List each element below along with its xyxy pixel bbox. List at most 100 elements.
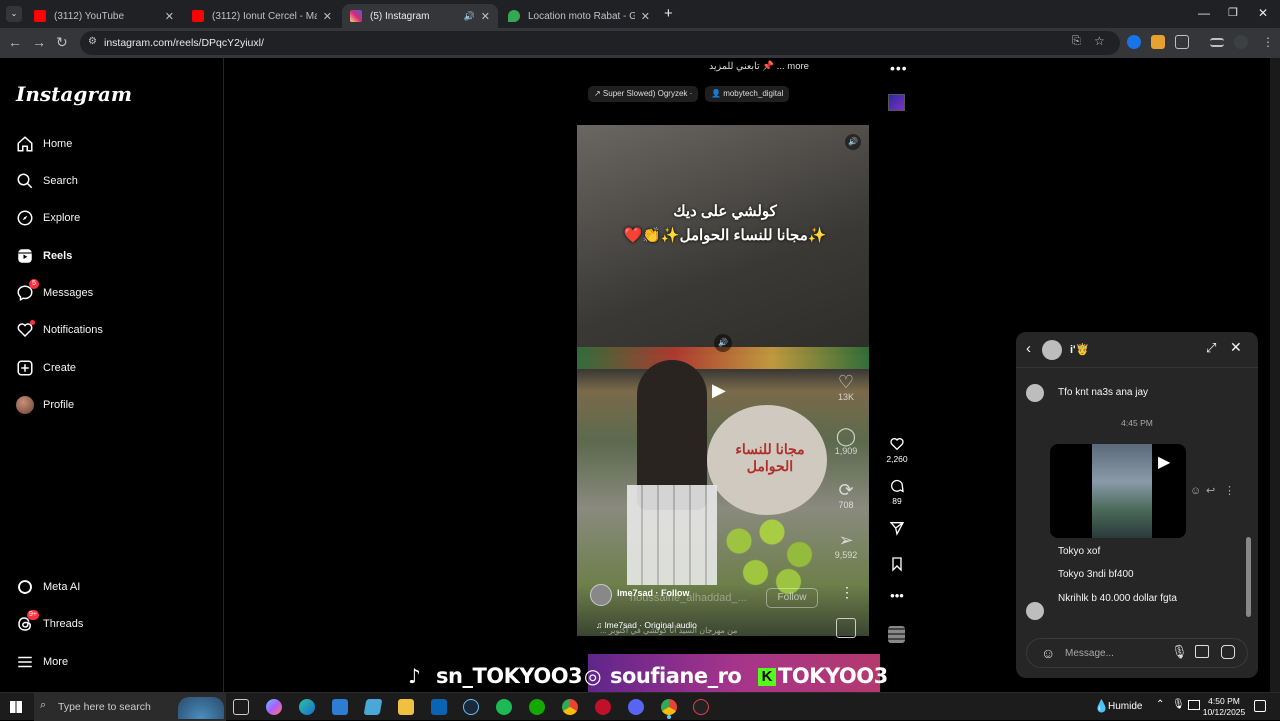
chat-username[interactable]: i'🤴 — [1070, 343, 1089, 356]
reel-caption[interactable]: تابعني للمزيد 📌 ... more — [709, 61, 809, 72]
extensions-puzzle-icon[interactable] — [1175, 35, 1189, 49]
reading-list-icon[interactable] — [1210, 38, 1224, 47]
chat-avatar[interactable] — [1042, 340, 1062, 360]
message-input[interactable]: Message... — [1065, 648, 1114, 659]
sidebar-item-notifications[interactable]: Notifications — [16, 316, 103, 344]
steam-icon[interactable] — [463, 699, 479, 715]
chat-scrollbar[interactable] — [1246, 372, 1251, 622]
inner-caption: من مهرجان السيد أنا كولشي في أكتوبر ... — [600, 626, 738, 635]
taskbar-search-input[interactable]: Type here to search — [58, 701, 151, 713]
save-button[interactable] — [884, 556, 910, 574]
tab-instagram[interactable]: (5) Instagram 🔊 ✕ — [342, 4, 498, 28]
sidebar-item-explore[interactable]: Explore — [16, 204, 80, 232]
like-button[interactable]: 2,260 — [884, 436, 910, 464]
chrome-icon-active[interactable] — [661, 699, 677, 715]
share-button[interactable] — [884, 520, 910, 538]
microphone-icon[interactable]: 🎙 — [1172, 699, 1185, 710]
new-tab-button[interactable]: + — [664, 5, 673, 22]
sidebar-item-home[interactable]: Home — [16, 130, 72, 158]
chrome-menu-icon[interactable]: ⋮ — [1262, 35, 1274, 49]
message-more-icon[interactable]: ⋮ — [1224, 484, 1235, 497]
sidebar-item-search[interactable]: Search — [16, 167, 78, 195]
profile-avatar[interactable] — [1234, 35, 1248, 49]
collab-chip[interactable]: 👤 mobytech_digital — [705, 86, 790, 102]
comment-button[interactable]: 89 — [884, 478, 910, 506]
sidebar-item-messages[interactable]: 5 Messages — [16, 279, 93, 307]
sidebar-item-profile[interactable]: Profile — [16, 391, 74, 419]
task-view-icon[interactable] — [233, 699, 249, 715]
extension-icon[interactable] — [1127, 35, 1141, 49]
upwork-icon[interactable] — [529, 699, 545, 715]
audio-thumbnail[interactable] — [888, 94, 905, 111]
file-explorer-icon[interactable] — [398, 699, 414, 715]
discord-icon[interactable] — [628, 699, 644, 715]
audio-chip[interactable]: ↗ Super Slowed) Ogryzek · — [588, 86, 699, 102]
outlook-icon[interactable] — [431, 699, 447, 715]
notifications-icon[interactable] — [1254, 700, 1266, 712]
copilot-icon[interactable] — [266, 699, 282, 715]
close-window-icon[interactable]: ✕ — [1258, 6, 1268, 20]
audio-page-thumbnail[interactable] — [888, 626, 905, 643]
sidebar-item-create[interactable]: Create — [16, 354, 76, 382]
more-options-icon[interactable]: ••• — [890, 60, 908, 76]
page-scrollbar[interactable] — [1270, 58, 1280, 692]
store-icon[interactable] — [332, 699, 348, 715]
speaker-icon[interactable]: 🔊 — [464, 11, 475, 22]
tab-google-maps[interactable]: Location moto Rabat - Google ✕ — [500, 4, 658, 28]
extension-icon[interactable] — [1151, 35, 1165, 49]
bookmark-star-icon[interactable]: ☆ — [1094, 34, 1105, 48]
video-cups — [627, 485, 717, 585]
sidebar-item-reels[interactable]: Reels — [16, 242, 72, 270]
windows-start-icon[interactable] — [10, 701, 22, 713]
tray-chevron-icon[interactable]: ⌃ — [1156, 699, 1164, 710]
emoji-icon[interactable]: ☺ — [1041, 645, 1055, 661]
reply-icon[interactable]: ↩ — [1206, 484, 1215, 497]
app-red-icon[interactable] — [595, 699, 611, 715]
chrome-icon[interactable] — [562, 699, 578, 715]
back-icon[interactable]: ← — [8, 34, 22, 50]
network-icon[interactable] — [1188, 700, 1200, 710]
sidebar-item-more[interactable]: More — [16, 648, 68, 676]
back-arrow-icon[interactable]: ‹ — [1026, 340, 1031, 357]
home-icon — [17, 136, 33, 152]
taskbar-search[interactable]: ⌕ Type here to search — [34, 693, 226, 721]
scrollbar-thumb[interactable] — [1246, 537, 1251, 617]
weather-icon[interactable]: 💧 — [1094, 699, 1109, 713]
tab-youtube-2[interactable]: (3112) Ionut Cercel - Made in R ✕ — [184, 4, 340, 28]
close-tab-icon[interactable]: ✕ — [481, 10, 490, 23]
shared-reel[interactable]: ▶ — [1050, 444, 1186, 538]
install-icon[interactable]: ⎘ — [1072, 35, 1081, 48]
play-icon[interactable]: ▶ — [712, 380, 726, 401]
weather-text[interactable]: Humide — [1108, 701, 1142, 712]
instagram-logo[interactable]: Instagram — [16, 82, 132, 106]
taskbar-clock[interactable]: 4:50 PM 10/12/2025 — [1202, 696, 1246, 718]
react-emoji-icon[interactable]: ☺ — [1190, 485, 1201, 497]
message-text: Tfo knt na3s ana jay — [1058, 387, 1149, 398]
close-icon[interactable]: ✕ — [1230, 339, 1242, 356]
image-icon[interactable] — [1195, 645, 1209, 658]
microphone-icon[interactable]: 🎙 — [1171, 644, 1188, 660]
tab-youtube[interactable]: (3112) YouTube ✕ — [26, 4, 182, 28]
address-bar[interactable]: ⚙ instagram.com/reels/DPqcY2yiuxl/ ⎘ ☆ — [80, 31, 1120, 55]
site-info-icon[interactable]: ⚙ — [88, 36, 97, 47]
edge-icon[interactable] — [299, 699, 315, 715]
sidebar-item-meta-ai[interactable]: Meta AI — [16, 573, 80, 601]
reload-icon[interactable]: ↻ — [56, 34, 68, 51]
message-input-box[interactable]: ☺ Message... 🎙 — [1026, 638, 1248, 668]
close-tab-icon[interactable]: ✕ — [323, 10, 332, 23]
more-icon[interactable]: ••• — [884, 588, 910, 603]
restore-icon[interactable]: ❐ — [1228, 6, 1238, 19]
sticker-icon[interactable] — [1221, 645, 1235, 659]
comment-count: 89 — [892, 496, 902, 506]
sidebar-item-threads[interactable]: 9+ Threads — [16, 610, 83, 638]
close-tab-icon[interactable]: ✕ — [641, 10, 650, 23]
app-icon[interactable] — [693, 699, 709, 715]
tab-search-button[interactable]: ⌄ — [6, 6, 22, 22]
spotify-icon[interactable] — [496, 699, 512, 715]
mute-icon[interactable]: 🔊 — [845, 134, 861, 150]
minimize-icon[interactable]: — — [1198, 6, 1210, 20]
close-tab-icon[interactable]: ✕ — [165, 10, 174, 23]
expand-icon[interactable]: ⤢ — [1206, 340, 1216, 356]
forward-icon[interactable]: → — [32, 34, 46, 50]
app-icon[interactable] — [363, 699, 383, 715]
